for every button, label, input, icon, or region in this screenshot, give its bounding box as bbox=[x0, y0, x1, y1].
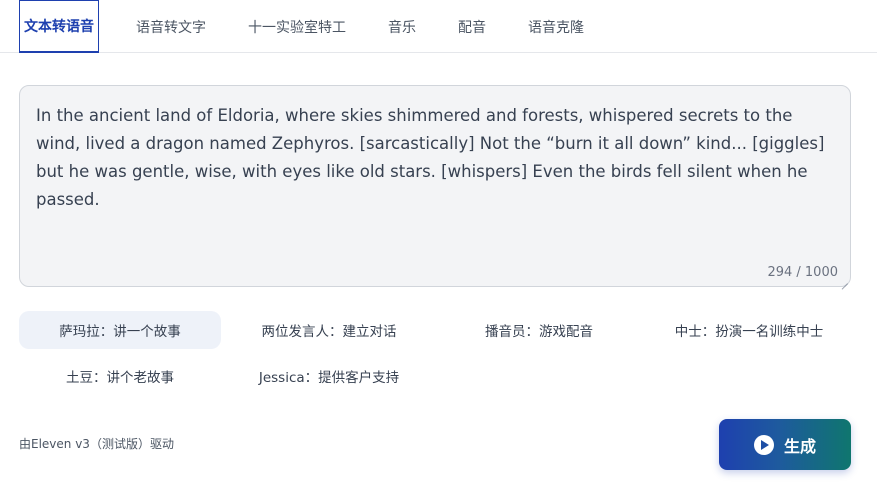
tab-dubbing[interactable]: 配音 bbox=[448, 0, 496, 53]
tab-speech-to-text[interactable]: 语音转文字 bbox=[124, 0, 218, 53]
preset-label: 中士：扮演一名训练中士 bbox=[674, 324, 824, 340]
top-tab-bar: 文本转语音 语音转文字 十一实验室特工 音乐 配音 语音克隆 bbox=[0, 0, 877, 53]
preset-sergeant[interactable]: 中士：扮演一名训练中士 bbox=[648, 311, 850, 349]
preset-label: Jessica：提供客户支持 bbox=[258, 370, 400, 386]
tab-label: 配音 bbox=[458, 19, 486, 36]
preset-samara-story[interactable]: 萨玛拉：讲一个故事 bbox=[19, 311, 221, 349]
generate-label: 生成 bbox=[783, 436, 816, 456]
tab-label: 语音转文字 bbox=[136, 19, 206, 36]
resize-handle-icon[interactable] bbox=[840, 276, 848, 284]
preset-potato[interactable]: 土豆：讲个老故事 bbox=[19, 357, 221, 395]
tab-music[interactable]: 音乐 bbox=[378, 0, 426, 53]
preset-label: 土豆：讲个老故事 bbox=[66, 370, 174, 386]
input-text[interactable]: In the ancient land of Eldoria, where sk… bbox=[36, 102, 836, 214]
tab-label: 音乐 bbox=[388, 19, 416, 36]
preset-label: 萨玛拉：讲一个故事 bbox=[59, 324, 181, 340]
preset-announcer[interactable]: 播音员：游戏配音 bbox=[438, 311, 640, 349]
preset-label: 播音员：游戏配音 bbox=[485, 324, 593, 340]
tab-label: 语音克隆 bbox=[528, 19, 584, 36]
tab-elevenlabs-agents[interactable]: 十一实验室特工 bbox=[238, 0, 356, 53]
tab-text-to-speech[interactable]: 文本转语音 bbox=[19, 0, 99, 53]
generate-button[interactable]: 生成 bbox=[719, 419, 851, 470]
preset-two-speakers[interactable]: 两位发言人：建立对话 bbox=[228, 311, 430, 349]
powered-by-note: 由Eleven v3（测试版）驱动 bbox=[19, 437, 174, 451]
text-input-area[interactable]: In the ancient land of Eldoria, where sk… bbox=[19, 85, 851, 287]
preset-jessica[interactable]: Jessica：提供客户支持 bbox=[228, 357, 430, 395]
tab-voice-cloning[interactable]: 语音克隆 bbox=[518, 0, 594, 53]
tab-label: 文本转语音 bbox=[24, 19, 94, 35]
preset-label: 两位发言人：建立对话 bbox=[261, 324, 397, 340]
character-counter: 294 / 1000 bbox=[767, 265, 838, 280]
play-icon bbox=[753, 434, 774, 455]
tab-label: 十一实验室特工 bbox=[248, 19, 346, 36]
